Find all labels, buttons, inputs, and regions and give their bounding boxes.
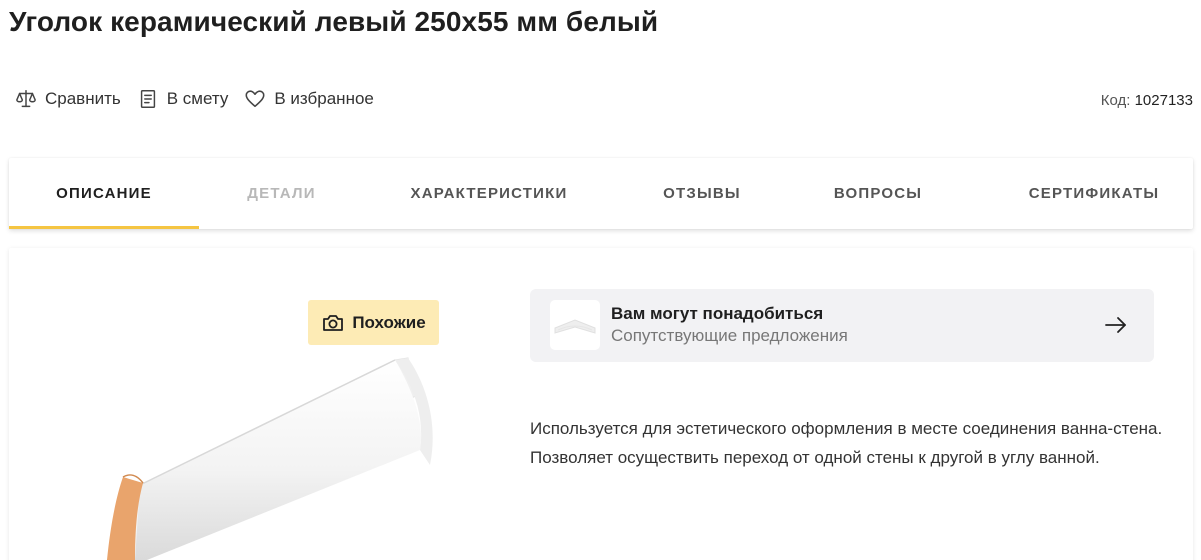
product-image (107, 357, 433, 560)
tab-description[interactable]: ОПИСАНИЕ (9, 158, 199, 229)
product-code-label: Код: (1100, 92, 1131, 109)
tab-description-label: ОПИСАНИЕ (56, 185, 152, 202)
related-offer-thumbnail (550, 300, 600, 350)
tab-reviews-label: ОТЗЫВЫ (663, 185, 741, 202)
tab-certificates[interactable]: СЕРТИФИКАТЫ (999, 158, 1189, 229)
product-actions: Сравнить В смету В избранное (15, 88, 374, 110)
page-title: Уголок керамический левый 250х55 мм белы… (9, 6, 659, 37)
related-offers-card[interactable]: Вам могут понадобиться Сопутствующие пре… (530, 289, 1154, 362)
arrow-right-icon (1105, 317, 1126, 333)
compare-button[interactable]: Сравнить (15, 88, 121, 110)
product-code-value: 1027133 (1134, 92, 1193, 109)
similar-label: Похожие (352, 312, 426, 332)
tab-questions[interactable]: ВОПРОСЫ (813, 158, 943, 229)
tabs-bar: ОПИСАНИЕ ДЕТАЛИ ХАРАКТЕРИСТИКИ ОТЗЫВЫ ВО… (9, 158, 1193, 229)
compare-label: Сравнить (45, 89, 121, 108)
camera-icon (323, 314, 344, 331)
product-description: Используется для эстетического оформлени… (530, 419, 1163, 467)
tab-characteristics[interactable]: ХАРАКТЕРИСТИКИ (389, 158, 589, 229)
active-tab-indicator (9, 226, 199, 229)
tab-reviews[interactable]: ОТЗЫВЫ (642, 158, 762, 229)
tab-details[interactable]: ДЕТАЛИ (199, 158, 364, 229)
favorites-label: В избранное (274, 89, 374, 108)
add-to-favorites-button[interactable]: В избранное (244, 88, 374, 110)
product-code: Код: 1027133 (1101, 92, 1193, 109)
tab-details-label: ДЕТАЛИ (247, 185, 316, 202)
tab-certificates-label: СЕРТИФИКАТЫ (1028, 185, 1160, 202)
related-offers-title: Вам могут понадобиться (611, 304, 824, 323)
heart-icon (245, 90, 265, 108)
corner-tile-thumbnail-image (554, 319, 596, 334)
similar-button[interactable]: Похожие (308, 300, 439, 345)
scales-icon (16, 90, 36, 108)
tab-questions-label: ВОПРОСЫ (833, 185, 923, 202)
add-to-estimate-button[interactable]: В смету (137, 88, 229, 110)
product-page: Уголок керамический левый 250х55 мм белы… (0, 0, 1201, 560)
estimate-label: В смету (166, 89, 229, 108)
document-icon (140, 90, 155, 108)
related-offers-subtitle: Сопутствующие предложения (611, 326, 848, 345)
tab-characteristics-label: ХАРАКТЕРИСТИКИ (410, 185, 568, 202)
